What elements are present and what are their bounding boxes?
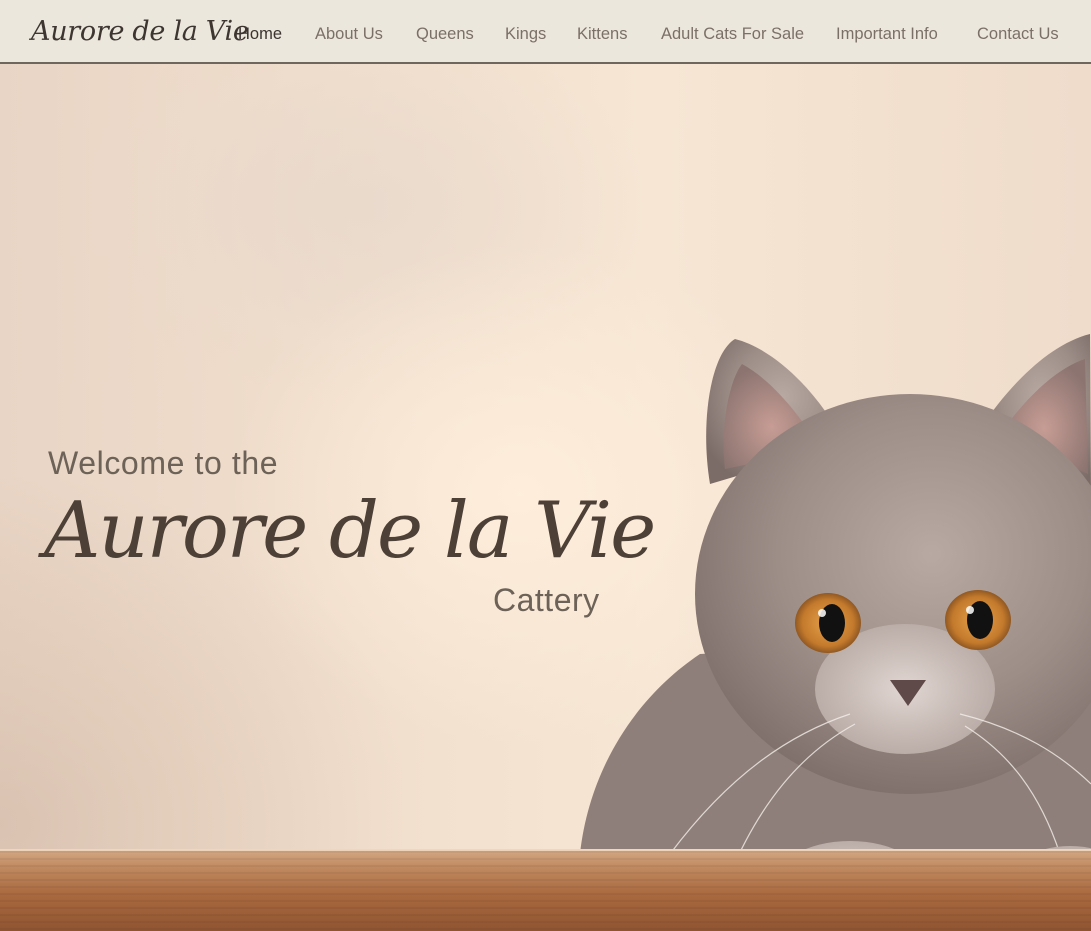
nav-home[interactable]: Home: [238, 23, 282, 45]
nav-important-info[interactable]: Important Info: [836, 23, 938, 45]
nav-queens[interactable]: Queens: [416, 23, 474, 45]
nav-adult-cats-for-sale[interactable]: Adult Cats For Sale: [661, 23, 804, 45]
site-header: Aurore de la Vie Home About Us Queens Ki…: [0, 0, 1091, 64]
nav-kittens[interactable]: Kittens: [577, 23, 627, 45]
hero-title: Aurore de la Vie: [44, 486, 656, 576]
hero-welcome: Welcome to the: [48, 445, 279, 481]
nav-about-us[interactable]: About Us: [315, 23, 383, 45]
main-nav: Home About Us Queens Kings Kittens Adult…: [0, 0, 1091, 64]
cat-photo: [570, 334, 1091, 894]
hero-banner: Welcome to the Aurore de la Vie Cattery: [0, 64, 1091, 931]
nav-contact-us[interactable]: Contact Us: [977, 23, 1059, 45]
wooden-table: [0, 851, 1091, 931]
hero-subtitle: Cattery: [493, 582, 600, 618]
nav-kings[interactable]: Kings: [505, 23, 546, 45]
